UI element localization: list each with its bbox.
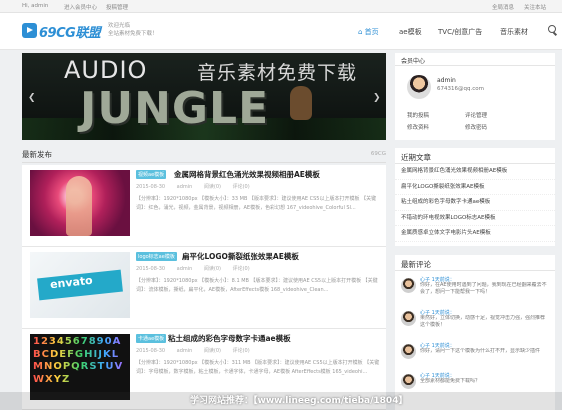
slogan: 欢迎光临 全站素材免费下载！	[108, 22, 158, 38]
edit-profile-link[interactable]: 修改资料	[407, 123, 429, 131]
search-icon[interactable]	[548, 25, 556, 33]
nav-music[interactable]: 音乐素材	[500, 27, 528, 37]
play-logo-icon	[22, 23, 37, 38]
comment-text: 你好，在AE使用时遇到了问题，我到现在已经翻来覆去不会了，想问一下能帮我一下吗！	[420, 282, 547, 295]
recent-posts-title: 近期文章	[395, 148, 555, 164]
latest-title: 最新发布	[22, 150, 52, 159]
chevron-left-icon[interactable]: ❮	[28, 93, 36, 103]
comment-item[interactable]: 心子 1天前说： 你好，在AE使用时遇到了问题，我到现在已经翻来覆去不会了，想问…	[395, 275, 555, 308]
post-title[interactable]: 金属网格背景红色涌光效果视频相册AE模板	[174, 169, 320, 180]
top-bar: Hi, admin 进入会员中心 投稿管理 全局消息 关注本站	[0, 0, 562, 13]
my-posts-link[interactable]: 我的投稿	[407, 111, 429, 119]
slogan-line-2: 全站素材免费下载！	[108, 31, 158, 37]
latest-more-link[interactable]: 69CG	[371, 151, 386, 157]
post-author[interactable]: admin	[177, 266, 193, 272]
slogan-line-1: 欢迎光临	[108, 23, 131, 29]
avatar	[401, 374, 416, 389]
post-comments[interactable]: 评论(0)	[233, 348, 250, 354]
post-excerpt: 【分辨率】：1920*1080px 【模板大小】：33 MB 【版本要求】：建议…	[136, 196, 377, 211]
post-title[interactable]: 粘土组成的彩色字母数字卡通ae模板	[168, 333, 291, 344]
post-author[interactable]: admin	[177, 348, 193, 354]
comment-text: 全部素材都能免费下载吗？	[420, 378, 481, 384]
member-email: 674316@qq.com	[437, 86, 484, 92]
recent-post-link[interactable]: 粘土组成的彩色字母数字卡通ae模板	[395, 195, 555, 211]
post-thumbnail[interactable]: envato	[30, 252, 130, 318]
comment-text: 你好，请问一下这个模板为什么打不开，显示缺少插件	[420, 348, 541, 354]
clay-letters: 1234567890ABCDEFGHIJKLMNOPQRSTUVWXYZ	[33, 336, 129, 386]
member-name[interactable]: admin	[437, 77, 456, 84]
comment-manage-link[interactable]: 评论管理	[465, 111, 487, 119]
post-category-badge[interactable]: logo标志ae模板	[136, 252, 177, 261]
recent-post-link[interactable]: 金属质感卓立体文字电影片头AE模板	[395, 226, 555, 242]
watermark-text: 学习网站推荐：【www.lineeg.com/tieba/1804】	[190, 396, 408, 406]
banner-text-en: AUDIO	[64, 56, 148, 84]
member-center-widget: 会员中心 admin 674316@qq.com 我的投稿 评论管理 修改资料 …	[395, 53, 555, 140]
member-center-link[interactable]: 进入会员中心	[64, 3, 97, 11]
post-date: 2015-08-30	[136, 184, 166, 190]
follow-link[interactable]: 关注本站	[524, 3, 546, 11]
comment-item[interactable]: 心子 1天前说： 果然好，立体切换，动感十足，视觉冲击力强，强烈推荐这个模板！	[395, 308, 555, 341]
recent-post-link[interactable]: 金属网格背景红色涌光效果视频相册AE模板	[395, 164, 555, 180]
post-category-badge[interactable]: 卡通ae模板	[136, 334, 167, 343]
avatar	[401, 311, 416, 326]
latest-section-header: 最新发布 69CG	[22, 149, 386, 163]
comment-text: 果然好，立体切换，动感十足，视觉冲击力强，强烈推荐这个模板！	[420, 315, 546, 328]
post-excerpt: 【分辨率】：1920*1080px 【模板大小】：8.1 MB 【版本要求】：建…	[136, 278, 378, 293]
post-date: 2015-08-30	[136, 348, 166, 354]
recent-posts-widget: 近期文章 金属网格背景红色涌光效果视频相册AE模板 扁平化LOGO撕裂纸张效果A…	[395, 148, 555, 246]
nav-tvc-ads[interactable]: TVC/创意广告	[438, 27, 482, 37]
publish-link[interactable]: 投稿管理	[106, 3, 128, 11]
greeting-text: Hi, admin	[22, 3, 49, 9]
post-excerpt: 【分辨率】：1920*1080px 【模板大小】：311 MB 【版本要求】：建…	[136, 360, 380, 375]
post-date: 2015-08-30	[136, 266, 166, 272]
post-category-badge[interactable]: 视频ae模板	[136, 170, 167, 179]
latest-comments-widget: 最新评论 心子 1天前说： 你好，在AE使用时遇到了问题，我到现在已经翻来覆去不…	[395, 255, 555, 410]
comment-item[interactable]: 心子 1天前说： 全部素材都能免费下载吗？	[395, 371, 555, 393]
latest-comments-title: 最新评论	[395, 255, 555, 271]
avatar[interactable]	[407, 75, 431, 99]
banner-text-cn: 音乐素材免费下载	[197, 62, 358, 84]
post-thumbnail[interactable]: 1234567890ABCDEFGHIJKLMNOPQRSTUVWXYZ	[30, 334, 130, 400]
notify-link[interactable]: 全局消息	[492, 3, 514, 11]
post-author[interactable]: admin	[177, 184, 193, 190]
post-comments[interactable]: 评论(0)	[233, 184, 250, 190]
member-center-title: 会员中心	[395, 53, 555, 66]
logo-text: 69CG联盟	[39, 26, 101, 41]
monkey-image	[290, 86, 312, 120]
change-password-link[interactable]: 修改密码	[465, 123, 487, 131]
post-views: 阅读(0)	[203, 348, 222, 354]
post-item[interactable]: envato logo标志ae模板 扁平化LOGO撕裂纸张效果AE模板 2015…	[22, 247, 386, 329]
post-meta: 2015-08-30 admin 阅读(0) 评论(0)	[136, 183, 260, 190]
post-thumbnail[interactable]	[30, 170, 130, 236]
nav-ae-templates[interactable]: ae模板	[399, 27, 422, 37]
watermark-bar: 学习网站推荐：【www.lineeg.com/tieba/1804】	[0, 392, 562, 410]
post-views: 阅读(0)	[203, 184, 222, 190]
post-title[interactable]: 扁平化LOGO撕裂纸张效果AE模板	[182, 251, 299, 262]
recent-post-link[interactable]: 不错动的环电视效果LOGO标志AE模板	[395, 211, 555, 226]
portrait-figure	[66, 176, 92, 236]
post-item[interactable]: 视频ae模板 金属网格背景红色涌光效果视频相册AE模板 2015-08-30 a…	[22, 165, 386, 247]
recent-post-link[interactable]: 扁平化LOGO撕裂纸张效果AE模板	[395, 180, 555, 195]
post-views: 阅读(0)	[203, 266, 222, 272]
avatar	[401, 278, 416, 293]
comment-item[interactable]: 心子 1天前说： 你好，请问一下这个模板为什么打不开，显示缺少插件	[395, 341, 555, 371]
post-comments[interactable]: 评论(0)	[233, 266, 250, 272]
avatar	[401, 344, 416, 359]
site-header: 69CG联盟 欢迎光临 全站素材免费下载！ 首页 ae模板 TVC/创意广告 音…	[0, 13, 562, 50]
post-meta: 2015-08-30 admin 阅读(0) 评论(0)	[136, 265, 260, 272]
site-logo[interactable]: 69CG联盟	[22, 21, 102, 41]
nav-home[interactable]: 首页	[358, 27, 379, 37]
chevron-right-icon[interactable]: ❯	[373, 93, 381, 103]
banner-text-big: JUNGLE	[80, 83, 270, 134]
post-meta: 2015-08-30 admin 阅读(0) 评论(0)	[136, 347, 260, 354]
banner-slider[interactable]: AUDIO 音乐素材免费下载 JUNGLE ❮ ❯	[22, 53, 386, 140]
